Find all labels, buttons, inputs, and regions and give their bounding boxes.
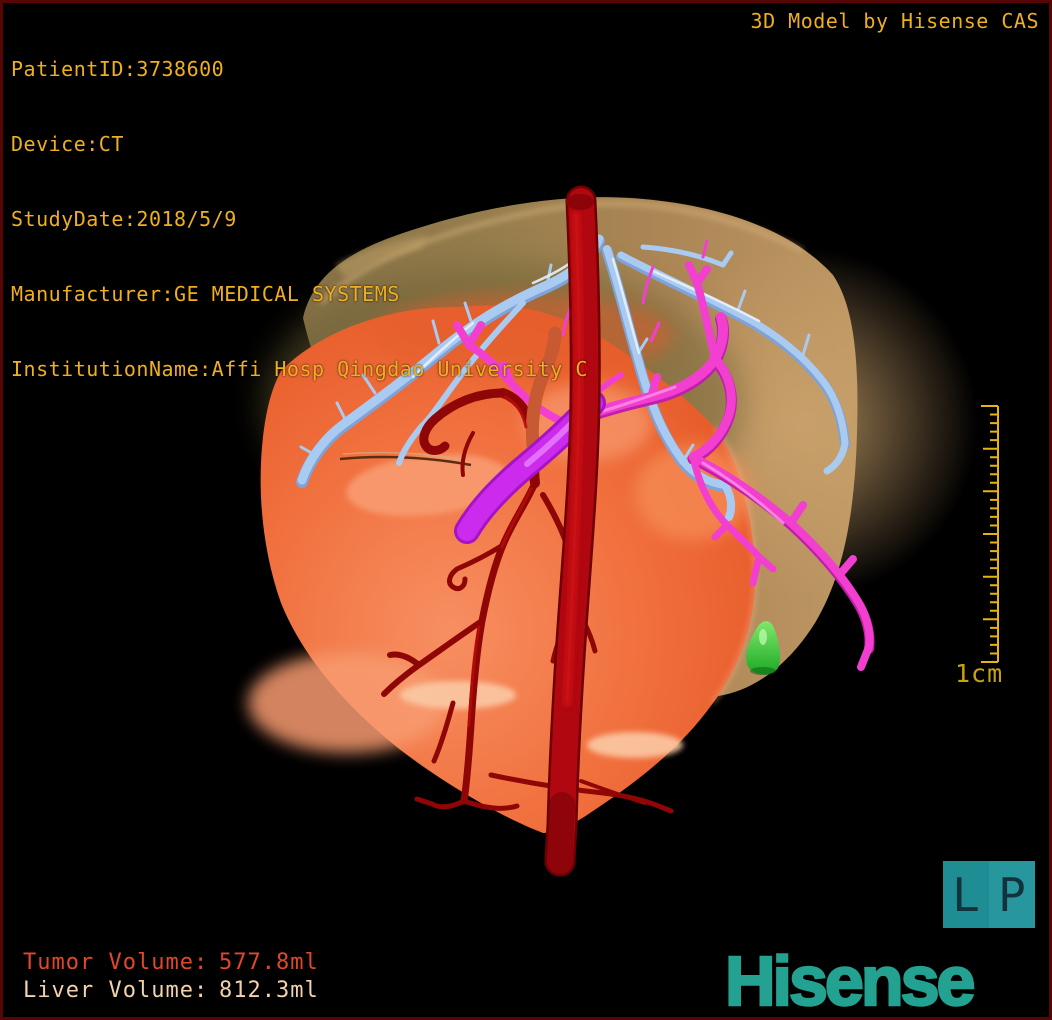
study-date: StudyDate:2018/5/9 — [11, 207, 237, 231]
volume-readout: Tumor Volume: 577.8ml Liver Volume: 812.… — [23, 949, 319, 1005]
manufacturer: Manufacturer:GE MEDICAL SYSTEMS — [11, 282, 400, 306]
patient-id: PatientID:3738600 — [11, 57, 225, 81]
tumor-volume-value: 577.8ml — [219, 950, 319, 975]
cas-3d-view-window: PatientID:3738600 Device:CT StudyDate:20… — [0, 0, 1052, 1020]
tumor-volume-row: Tumor Volume: 577.8ml — [23, 949, 319, 977]
watermark-text: 3D Model by Hisense CAS — [750, 9, 1039, 33]
patient-info-overlay: PatientID:3738600 Device:CT StudyDate:20… — [11, 7, 588, 432]
device: Device:CT — [11, 132, 124, 156]
liver-volume-label: Liver Volume: — [23, 978, 209, 1003]
tumor-volume-label: Tumor Volume: — [23, 950, 209, 975]
scale-ruler — [981, 405, 999, 663]
liver-volume-row: Liver Volume: 812.3ml — [23, 977, 319, 1005]
liver-volume-value: 812.3ml — [219, 978, 319, 1003]
hisense-logo: Hisense — [724, 941, 977, 1020]
orientation-marker: L P — [943, 861, 1035, 928]
institution-name: InstitutionName:Affi Hosp Qingdao Univer… — [11, 357, 588, 381]
orientation-left-letter: L — [952, 867, 980, 922]
ruler-scale-label: 1cm — [955, 659, 1004, 688]
orientation-right-letter: P — [998, 867, 1026, 922]
